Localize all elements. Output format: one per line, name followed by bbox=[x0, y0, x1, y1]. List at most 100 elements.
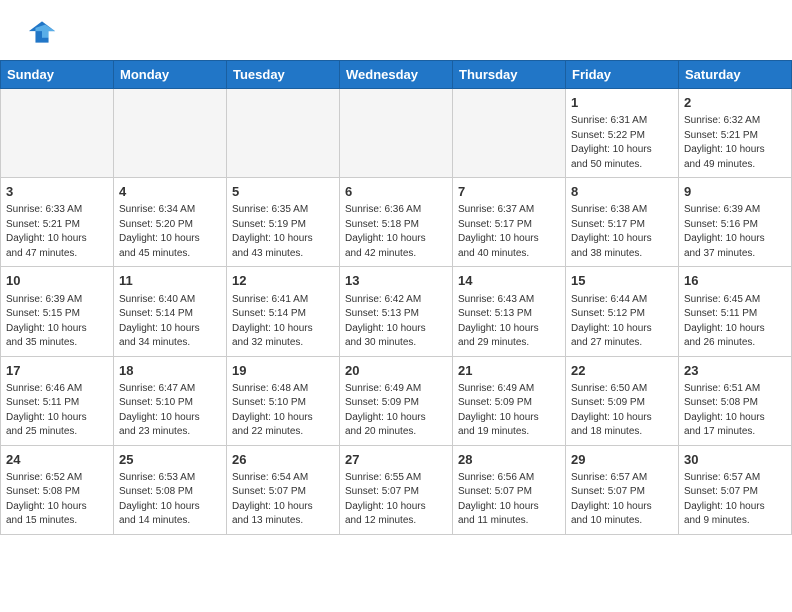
day-number: 26 bbox=[232, 451, 334, 469]
day-number: 10 bbox=[6, 272, 108, 290]
day-info: Sunrise: 6:54 AMSunset: 5:07 PMDaylight:… bbox=[232, 471, 334, 529]
day-number: 25 bbox=[119, 451, 221, 469]
weekday-header-saturday: Saturday bbox=[679, 61, 792, 89]
day-cell: 16Sunrise: 6:45 AMSunset: 5:11 PMDayligh… bbox=[679, 267, 792, 356]
day-cell: 28 Sunrise: 6:56 AMSunset: 5:07 PMDayligh… bbox=[453, 445, 566, 534]
day-cell bbox=[114, 89, 227, 178]
day-number: 12 bbox=[232, 272, 334, 290]
weekday-header-row: SundayMondayTuesdayWednesdayThursdayFrid… bbox=[1, 61, 792, 89]
day-info: Sunrise: 6:32 AMSunset: 5:21 PMDaylight:… bbox=[684, 114, 786, 172]
day-number: 19 bbox=[232, 362, 334, 380]
day-number: 22 bbox=[571, 362, 673, 380]
day-number: 23 bbox=[684, 362, 786, 380]
day-cell: 25 Sunrise: 6:53 AMSunset: 5:08 PMDayligh… bbox=[114, 445, 227, 534]
day-cell: 8 Sunrise: 6:38 AMSunset: 5:17 PMDaylight… bbox=[566, 178, 679, 267]
day-info: Sunrise: 6:31 AMSunset: 5:22 PMDaylight:… bbox=[571, 114, 673, 172]
week-row-2: 3 Sunrise: 6:33 AMSunset: 5:21 PMDaylight… bbox=[1, 178, 792, 267]
day-info: Sunrise: 6:37 AMSunset: 5:17 PMDaylight:… bbox=[458, 203, 560, 261]
header bbox=[0, 0, 792, 56]
day-number: 2 bbox=[684, 94, 786, 112]
day-number: 9 bbox=[684, 183, 786, 201]
day-number: 15 bbox=[571, 272, 673, 290]
day-info: Sunrise: 6:40 AMSunset: 5:14 PMDaylight:… bbox=[119, 293, 221, 351]
day-info: Sunrise: 6:46 AMSunset: 5:11 PMDaylight:… bbox=[6, 382, 108, 440]
day-cell: 2 Sunrise: 6:32 AMSunset: 5:21 PMDaylight… bbox=[679, 89, 792, 178]
day-number: 18 bbox=[119, 362, 221, 380]
day-number: 8 bbox=[571, 183, 673, 201]
day-number: 27 bbox=[345, 451, 447, 469]
day-info: Sunrise: 6:56 AMSunset: 5:07 PMDaylight:… bbox=[458, 471, 560, 529]
day-cell: 3 Sunrise: 6:33 AMSunset: 5:21 PMDaylight… bbox=[1, 178, 114, 267]
day-cell bbox=[453, 89, 566, 178]
week-row-4: 17 Sunrise: 6:46 AMSunset: 5:11 PMDayligh… bbox=[1, 356, 792, 445]
day-cell: 29 Sunrise: 6:57 AMSunset: 5:07 PMDayligh… bbox=[566, 445, 679, 534]
day-number: 4 bbox=[119, 183, 221, 201]
day-cell: 23Sunrise: 6:51 AMSunset: 5:08 PMDayligh… bbox=[679, 356, 792, 445]
day-number: 7 bbox=[458, 183, 560, 201]
day-info: Sunrise: 6:33 AMSunset: 5:21 PMDaylight:… bbox=[6, 203, 108, 261]
day-info: Sunrise: 6:38 AMSunset: 5:17 PMDaylight:… bbox=[571, 203, 673, 261]
day-cell: 20 Sunrise: 6:49 AMSunset: 5:09 PMDayligh… bbox=[340, 356, 453, 445]
weekday-header-tuesday: Tuesday bbox=[227, 61, 340, 89]
weekday-header-wednesday: Wednesday bbox=[340, 61, 453, 89]
day-info: Sunrise: 6:39 AMSunset: 5:16 PMDaylight:… bbox=[684, 203, 786, 261]
page: SundayMondayTuesdayWednesdayThursdayFrid… bbox=[0, 0, 792, 535]
day-info: Sunrise: 6:57 AMSunset: 5:07 PMDaylight:… bbox=[571, 471, 673, 529]
day-cell: 7 Sunrise: 6:37 AMSunset: 5:17 PMDaylight… bbox=[453, 178, 566, 267]
week-row-1: 1 Sunrise: 6:31 AMSunset: 5:22 PMDaylight… bbox=[1, 89, 792, 178]
day-cell: 30 Sunrise: 6:57 AMSunset: 5:07 PMDayligh… bbox=[679, 445, 792, 534]
logo-icon bbox=[24, 18, 60, 46]
day-info: Sunrise: 6:45 AMSunset: 5:11 PMDaylight:… bbox=[684, 293, 786, 351]
day-info: Sunrise: 6:55 AMSunset: 5:07 PMDaylight:… bbox=[345, 471, 447, 529]
day-number: 5 bbox=[232, 183, 334, 201]
day-number: 30 bbox=[684, 451, 786, 469]
day-cell: 22Sunrise: 6:50 AMSunset: 5:09 PMDayligh… bbox=[566, 356, 679, 445]
day-cell: 26 Sunrise: 6:54 AMSunset: 5:07 PMDayligh… bbox=[227, 445, 340, 534]
day-info: Sunrise: 6:36 AMSunset: 5:18 PMDaylight:… bbox=[345, 203, 447, 261]
day-info: Sunrise: 6:34 AMSunset: 5:20 PMDaylight:… bbox=[119, 203, 221, 261]
day-info: Sunrise: 6:49 AMSunset: 5:09 PMDaylight:… bbox=[345, 382, 447, 440]
weekday-header-monday: Monday bbox=[114, 61, 227, 89]
week-row-5: 24Sunrise: 6:52 AMSunset: 5:08 PMDayligh… bbox=[1, 445, 792, 534]
calendar: SundayMondayTuesdayWednesdayThursdayFrid… bbox=[0, 60, 792, 535]
weekday-header-friday: Friday bbox=[566, 61, 679, 89]
day-info: Sunrise: 6:49 AMSunset: 5:09 PMDaylight:… bbox=[458, 382, 560, 440]
day-cell: 9 Sunrise: 6:39 AMSunset: 5:16 PMDaylight… bbox=[679, 178, 792, 267]
day-cell: 19 Sunrise: 6:48 AMSunset: 5:10 PMDayligh… bbox=[227, 356, 340, 445]
day-info: Sunrise: 6:47 AMSunset: 5:10 PMDaylight:… bbox=[119, 382, 221, 440]
logo bbox=[24, 18, 66, 46]
day-cell: 18 Sunrise: 6:47 AMSunset: 5:10 PMDayligh… bbox=[114, 356, 227, 445]
day-cell: 5 Sunrise: 6:35 AMSunset: 5:19 PMDaylight… bbox=[227, 178, 340, 267]
day-cell: 24Sunrise: 6:52 AMSunset: 5:08 PMDayligh… bbox=[1, 445, 114, 534]
day-cell: 21Sunrise: 6:49 AMSunset: 5:09 PMDayligh… bbox=[453, 356, 566, 445]
day-number: 3 bbox=[6, 183, 108, 201]
day-cell: 27 Sunrise: 6:55 AMSunset: 5:07 PMDayligh… bbox=[340, 445, 453, 534]
day-info: Sunrise: 6:53 AMSunset: 5:08 PMDaylight:… bbox=[119, 471, 221, 529]
day-cell: 15 Sunrise: 6:44 AMSunset: 5:12 PMDayligh… bbox=[566, 267, 679, 356]
day-number: 28 bbox=[458, 451, 560, 469]
week-row-3: 10 Sunrise: 6:39 AMSunset: 5:15 PMDayligh… bbox=[1, 267, 792, 356]
day-info: Sunrise: 6:41 AMSunset: 5:14 PMDaylight:… bbox=[232, 293, 334, 351]
day-cell: 6 Sunrise: 6:36 AMSunset: 5:18 PMDaylight… bbox=[340, 178, 453, 267]
day-cell: 14Sunrise: 6:43 AMSunset: 5:13 PMDayligh… bbox=[453, 267, 566, 356]
day-cell: 17 Sunrise: 6:46 AMSunset: 5:11 PMDayligh… bbox=[1, 356, 114, 445]
day-number: 11 bbox=[119, 272, 221, 290]
day-info: Sunrise: 6:57 AMSunset: 5:07 PMDaylight:… bbox=[684, 471, 786, 529]
day-info: Sunrise: 6:35 AMSunset: 5:19 PMDaylight:… bbox=[232, 203, 334, 261]
day-info: Sunrise: 6:52 AMSunset: 5:08 PMDaylight:… bbox=[6, 471, 108, 529]
day-number: 29 bbox=[571, 451, 673, 469]
day-number: 17 bbox=[6, 362, 108, 380]
day-number: 6 bbox=[345, 183, 447, 201]
day-cell: 4 Sunrise: 6:34 AMSunset: 5:20 PMDaylight… bbox=[114, 178, 227, 267]
day-info: Sunrise: 6:48 AMSunset: 5:10 PMDaylight:… bbox=[232, 382, 334, 440]
day-info: Sunrise: 6:39 AMSunset: 5:15 PMDaylight:… bbox=[6, 293, 108, 351]
weekday-header-thursday: Thursday bbox=[453, 61, 566, 89]
day-info: Sunrise: 6:42 AMSunset: 5:13 PMDaylight:… bbox=[345, 293, 447, 351]
day-number: 1 bbox=[571, 94, 673, 112]
day-cell bbox=[227, 89, 340, 178]
weekday-header-sunday: Sunday bbox=[1, 61, 114, 89]
day-cell bbox=[1, 89, 114, 178]
day-info: Sunrise: 6:44 AMSunset: 5:12 PMDaylight:… bbox=[571, 293, 673, 351]
day-cell: 11 Sunrise: 6:40 AMSunset: 5:14 PMDayligh… bbox=[114, 267, 227, 356]
day-number: 20 bbox=[345, 362, 447, 380]
